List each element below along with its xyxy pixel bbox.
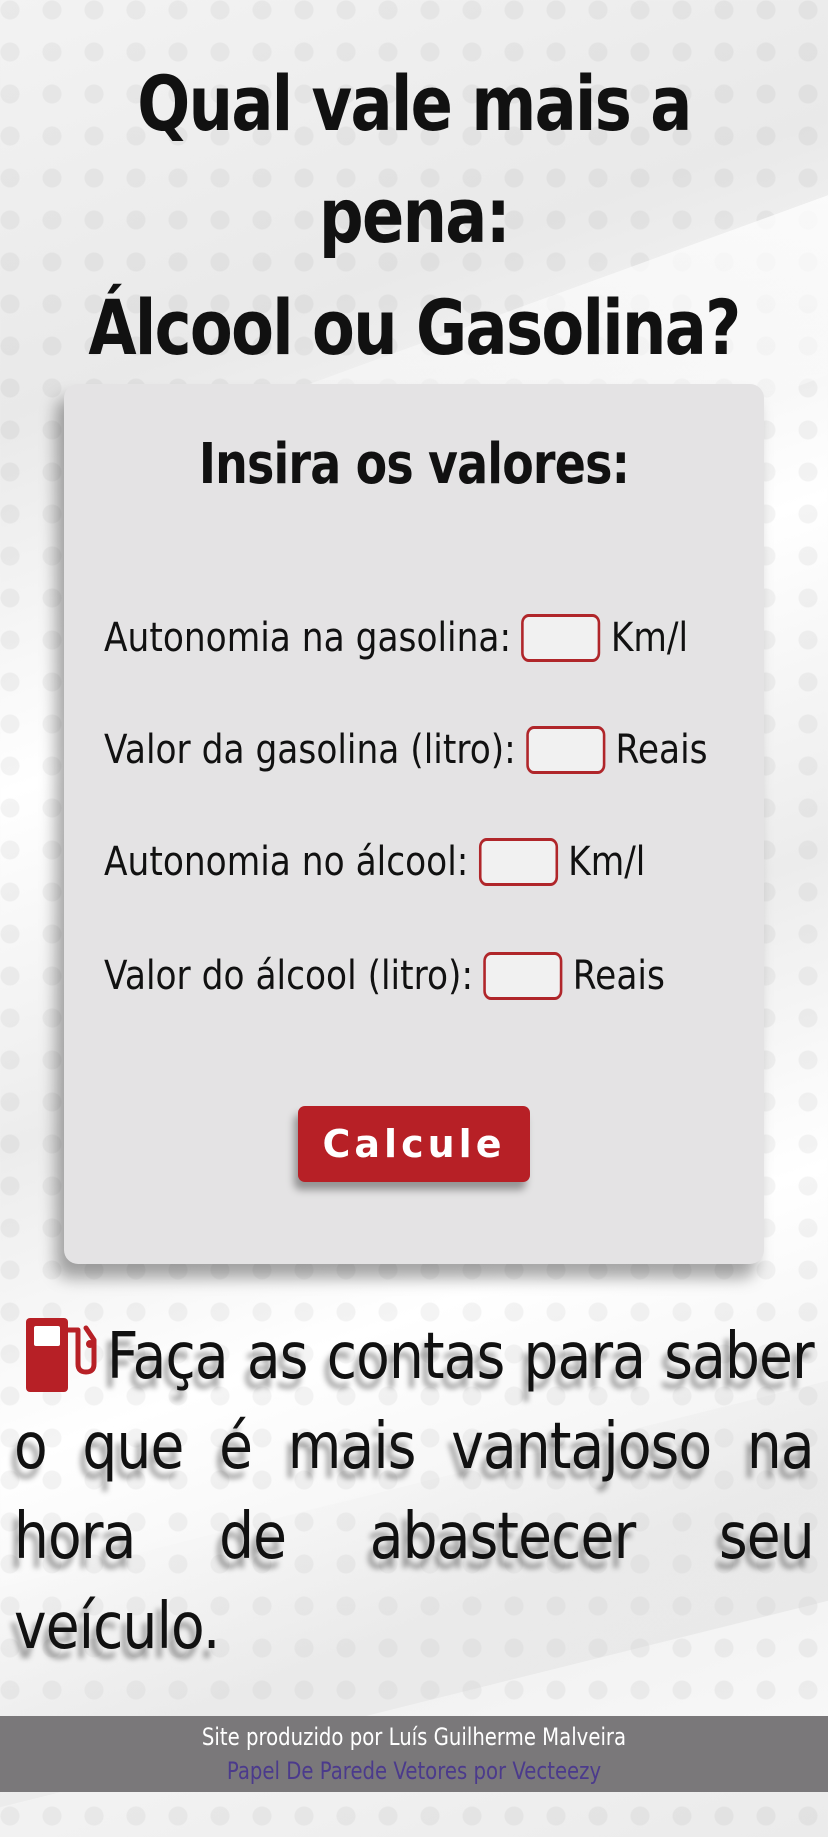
alcohol-price-input[interactable]: [483, 952, 563, 1000]
alcohol-autonomy-input[interactable]: [478, 838, 558, 886]
gasoline-price-label: Valor da gasolina (litro):: [104, 727, 516, 773]
page-title-line1: Qual vale mais a pena:: [137, 59, 692, 260]
footer-credit: Site produzido por Luís Guilherme Malvei…: [201, 1723, 627, 1751]
calculate-button[interactable]: Calcule: [298, 1106, 530, 1182]
footer: Site produzido por Luís Guilherme Malvei…: [0, 1716, 828, 1792]
gasoline-autonomy-row: Autonomia na gasolina: Km/l: [104, 610, 688, 666]
gasoline-autonomy-label: Autonomia na gasolina:: [104, 615, 512, 661]
page-title-line2: Álcool ou Gasolina?: [88, 283, 741, 372]
calculator-card: Insira os valores: Autonomia na gasolina…: [64, 384, 764, 1264]
alcohol-autonomy-label: Autonomia no álcool:: [104, 839, 469, 885]
alcohol-price-label: Valor do álcool (litro):: [104, 953, 474, 999]
wallpaper-credit-link[interactable]: Papel De Parede Vetores por Vecteezy: [75, 1754, 754, 1788]
tip-text: Faça as contas para saber o que é mais v…: [14, 1320, 815, 1664]
page-title: Qual vale mais a pena: Álcool ou Gasolin…: [75, 48, 754, 384]
alcohol-price-row: Valor do álcool (litro): Reais: [104, 948, 665, 1004]
gasoline-price-row: Valor da gasolina (litro): Reais: [104, 722, 708, 778]
alcohol-autonomy-row: Autonomia no álcool: Km/l: [104, 834, 645, 890]
alcohol-price-unit: Reais: [572, 953, 665, 999]
card-heading: Insira os valores:: [198, 432, 630, 497]
gasoline-price-unit: Reais: [615, 727, 708, 773]
tip-message: Faça as contas para saber o que é mais v…: [14, 1312, 815, 1672]
gasoline-price-input[interactable]: [526, 726, 606, 774]
alcohol-autonomy-unit: Km/l: [568, 839, 646, 885]
gasoline-autonomy-unit: Km/l: [610, 615, 689, 661]
gasoline-autonomy-input[interactable]: [521, 614, 601, 662]
